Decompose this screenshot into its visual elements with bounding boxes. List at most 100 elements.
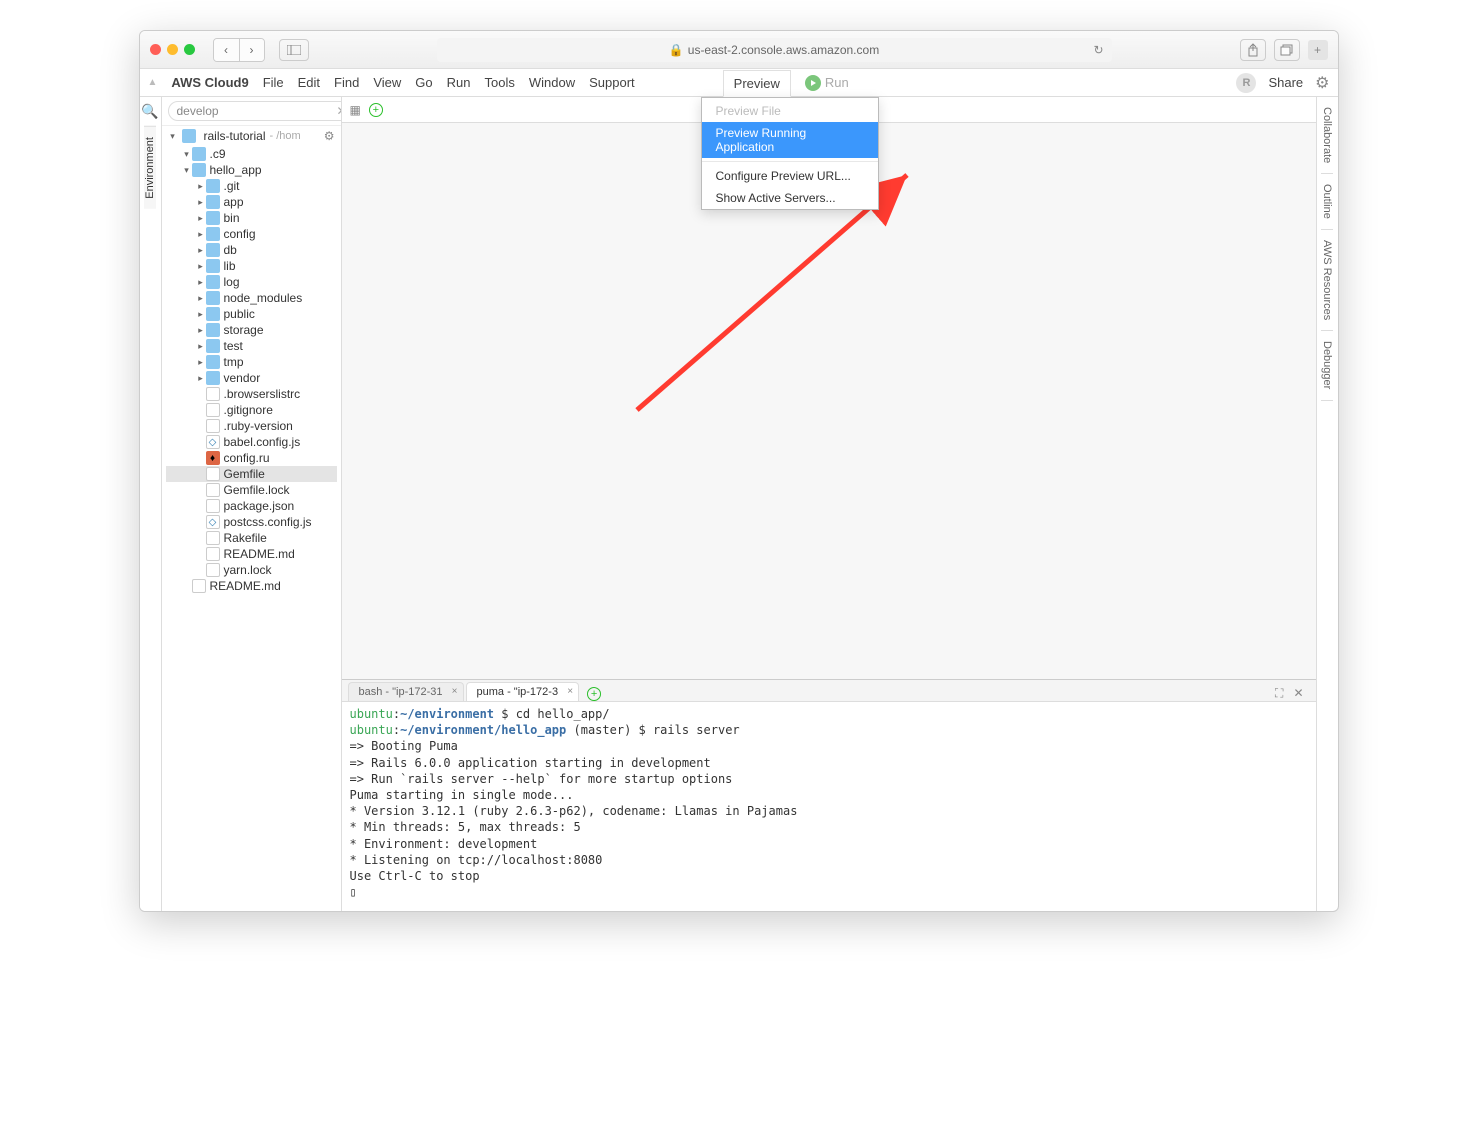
menu-view[interactable]: View <box>373 75 401 90</box>
gear-icon[interactable]: ⚙ <box>1315 73 1329 93</box>
tree-file[interactable]: Gemfile <box>166 466 337 482</box>
avatar[interactable]: R <box>1236 73 1256 93</box>
left-rail: 🔍 Environment <box>140 97 162 911</box>
app-window: ‹ › 🔒 us-east-2.console.aws.amazon.com ↻… <box>139 30 1339 912</box>
tree-folder[interactable]: ▸storage <box>166 322 337 338</box>
menu-support[interactable]: Support <box>589 75 635 90</box>
tree-file[interactable]: README.md <box>166 546 337 562</box>
address-bar[interactable]: 🔒 us-east-2.console.aws.amazon.com ↻ <box>437 38 1112 62</box>
close-tab-icon[interactable]: × <box>567 686 573 697</box>
tree-file[interactable]: README.md <box>166 578 337 594</box>
folder-icon <box>206 195 220 209</box>
menu-run[interactable]: Run <box>447 75 471 90</box>
tree-item-label: .browserslistrc <box>224 387 301 401</box>
chevron-right-icon: ▸ <box>196 373 206 384</box>
menu-find[interactable]: Find <box>334 75 359 90</box>
zoom-window-button[interactable] <box>184 44 195 55</box>
chevron-right-icon: ▸ <box>196 293 206 304</box>
rail-debugger[interactable]: Debugger <box>1321 331 1333 400</box>
tree-file[interactable]: Rakefile <box>166 530 337 546</box>
panel-icon[interactable]: ▦ <box>350 103 361 117</box>
new-tab-button[interactable]: + <box>1308 40 1328 60</box>
tree-folder[interactable]: ▸ node_modules <box>166 290 337 306</box>
tree-folder[interactable]: ▸lib <box>166 258 337 274</box>
close-panel-icon[interactable]: ✕ <box>1293 686 1303 701</box>
brand-label: AWS Cloud9 <box>171 75 248 90</box>
tree-folder[interactable]: ▸log <box>166 274 337 290</box>
tree-file[interactable]: package.json <box>166 498 337 514</box>
tree-file[interactable]: ◇postcss.config.js <box>166 514 337 530</box>
tree-folder[interactable]: ▸config <box>166 226 337 242</box>
tree-file[interactable]: Gemfile.lock <box>166 482 337 498</box>
tree-folder[interactable]: ▸bin <box>166 210 337 226</box>
tree-folder[interactable]: ▸db <box>166 242 337 258</box>
terminal-tab[interactable]: puma - "ip-172-3× <box>466 682 580 701</box>
sidebar-toggle-button[interactable] <box>279 39 309 61</box>
share-menu[interactable]: Share <box>1268 75 1303 90</box>
menu-preview[interactable]: Preview <box>723 70 791 97</box>
new-file-tab-button[interactable]: + <box>369 103 383 117</box>
folder-icon <box>192 147 206 161</box>
search-icon[interactable]: 🔍 <box>141 97 158 126</box>
reload-icon[interactable]: ↻ <box>1093 43 1103 57</box>
chevron-right-icon: ▸ <box>196 277 206 288</box>
tree-file[interactable]: ◇babel.config.js <box>166 434 337 450</box>
workspace-path: - /hom <box>270 130 301 142</box>
terminal-output[interactable]: ubuntu:~/environment $ cd hello_app/ubun… <box>342 702 1316 911</box>
rail-outline[interactable]: Outline <box>1321 174 1333 230</box>
tree-item-label: Gemfile.lock <box>224 483 290 497</box>
file-icon <box>206 403 220 417</box>
forward-button[interactable]: › <box>239 39 264 61</box>
tree-item-label: node_modules <box>224 291 303 305</box>
tree-folder[interactable]: ▸public <box>166 306 337 322</box>
tree-folder[interactable]: ▾hello_app <box>166 162 337 178</box>
tree-file[interactable]: yarn.lock <box>166 562 337 578</box>
tree-item-label: config.ru <box>224 451 270 465</box>
close-window-button[interactable] <box>150 44 161 55</box>
rail-aws-resources[interactable]: AWS Resources <box>1321 230 1333 331</box>
tree-file[interactable]: .browserslistrc <box>166 386 337 402</box>
rail-environment[interactable]: Environment <box>144 126 156 209</box>
dd-show-servers[interactable]: Show Active Servers... <box>702 187 878 209</box>
dd-preview-running[interactable]: Preview Running Application <box>702 122 878 158</box>
back-button[interactable]: ‹ <box>214 39 239 61</box>
close-tab-icon[interactable]: × <box>452 686 458 697</box>
menu-file[interactable]: File <box>263 75 284 90</box>
folder-icon <box>206 259 220 273</box>
new-terminal-button[interactable]: + <box>587 687 601 701</box>
tree-folder[interactable]: ▸vendor <box>166 370 337 386</box>
tree-file[interactable]: .gitignore <box>166 402 337 418</box>
tree-folder[interactable]: ▾.c9 <box>166 146 337 162</box>
workspace-header[interactable]: ▾ rails-tutorial - /hom ⚙ <box>162 126 341 146</box>
dd-configure-url[interactable]: Configure Preview URL... <box>702 165 878 187</box>
tree-item-label: .c9 <box>210 147 226 161</box>
menu-window[interactable]: Window <box>529 75 575 90</box>
tree-file[interactable]: .ruby-version <box>166 418 337 434</box>
terminal-tab[interactable]: bash - "ip-172-31× <box>348 682 464 701</box>
tree-folder[interactable]: ▸app <box>166 194 337 210</box>
workspace-gear-icon[interactable]: ⚙ <box>324 129 335 143</box>
menu-edit[interactable]: Edit <box>298 75 320 90</box>
editor-area: ▦ + bash - "ip-172-31×puma - "ip-172-3× … <box>342 97 1316 911</box>
tree-folder[interactable]: ▸test <box>166 338 337 354</box>
collapse-icon[interactable]: ▲ <box>148 77 158 88</box>
tree-file[interactable]: ♦config.ru <box>166 450 337 466</box>
minimize-window-button[interactable] <box>167 44 178 55</box>
folder-icon <box>206 211 220 225</box>
browser-right-controls: + <box>1240 39 1328 61</box>
menu-tools[interactable]: Tools <box>485 75 515 90</box>
folder-icon <box>206 227 220 241</box>
tree-item-label: test <box>224 339 243 353</box>
sidebar-search-input[interactable] <box>168 101 342 121</box>
run-button[interactable]: Run <box>805 75 849 91</box>
tree-folder[interactable]: ▸.git <box>166 178 337 194</box>
menu-go[interactable]: Go <box>415 75 432 90</box>
tree-item-label: lib <box>224 259 236 273</box>
share-button[interactable] <box>1240 39 1266 61</box>
tree-folder[interactable]: ▸tmp <box>166 354 337 370</box>
maximize-panel-icon[interactable]: ⛶ <box>1275 686 1283 701</box>
tabs-button[interactable] <box>1274 39 1300 61</box>
folder-icon <box>182 129 196 143</box>
rail-collaborate[interactable]: Collaborate <box>1321 97 1333 174</box>
file-icon <box>192 579 206 593</box>
